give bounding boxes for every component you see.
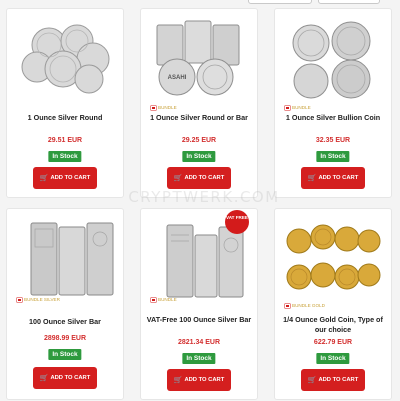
product-image[interactable]	[15, 15, 117, 101]
per-page-select[interactable]	[318, 0, 380, 4]
stock-badge: In Stock	[316, 151, 350, 162]
origin-flag: BUNDLE	[151, 105, 177, 110]
stock-badge: In Stock	[182, 353, 216, 364]
origin-flag: BUNDLE GOLD	[285, 303, 325, 308]
cart-icon: 🛒	[39, 174, 49, 182]
origin-flag: BUNDLE	[285, 105, 311, 110]
cart-icon: 🛒	[173, 376, 183, 384]
product-card[interactable]: BUNDLE SILVER 100 Ounce Silver Bar 2898.…	[6, 208, 124, 400]
flag-icon	[285, 303, 290, 308]
product-image[interactable]: ASAHI	[149, 15, 251, 101]
add-to-cart-button[interactable]: 🛒 ADD TO CART	[167, 167, 231, 189]
sort-select[interactable]	[248, 0, 312, 4]
product-image[interactable]	[283, 215, 385, 301]
product-title[interactable]: 1 Ounce Silver Round or Bar	[143, 113, 255, 123]
vat-free-badge: VAT FREE	[225, 210, 249, 234]
product-grid: 1 Ounce Silver Round 29.51 EUR In Stock …	[0, 8, 400, 401]
add-to-cart-button[interactable]: 🛒 ADD TO CART	[33, 367, 97, 389]
product-title[interactable]: 1 Ounce Silver Round	[9, 113, 121, 123]
product-price: 32.35 EUR	[315, 137, 351, 144]
product-title[interactable]: VAT-Free 100 Ounce Silver Bar	[143, 315, 255, 325]
sort-bar	[0, 0, 400, 6]
flag-label: BUNDLE	[158, 297, 177, 302]
product-price: 29.25 EUR	[181, 137, 217, 144]
add-to-cart-button[interactable]: 🛒 ADD TO CART	[301, 369, 365, 391]
svg-text:ASAHI: ASAHI	[168, 75, 187, 81]
product-title[interactable]: 100 Ounce Silver Bar	[9, 317, 121, 327]
origin-flag: BUNDLE	[151, 297, 177, 302]
add-to-cart-label: ADD TO CART	[184, 377, 225, 383]
vat-free-label: VAT FREE	[225, 215, 249, 220]
product-card[interactable]: VAT FREE BUNDLE VAT-Free 100 Ounce Silve…	[140, 208, 258, 400]
flag-icon	[151, 297, 156, 302]
cart-icon: 🛒	[39, 374, 49, 382]
flag-icon	[285, 105, 290, 110]
add-to-cart-button[interactable]: 🛒 ADD TO CART	[167, 369, 231, 391]
add-to-cart-label: ADD TO CART	[318, 175, 359, 181]
product-image[interactable]	[15, 215, 117, 301]
product-card[interactable]: BUNDLE 1 Ounce Silver Bullion Coin 32.35…	[274, 8, 392, 198]
cart-icon: 🛒	[307, 174, 317, 182]
add-to-cart-label: ADD TO CART	[50, 175, 91, 181]
product-price: 29.51 EUR	[47, 137, 83, 144]
product-image[interactable]	[283, 15, 385, 101]
add-to-cart-label: ADD TO CART	[318, 377, 359, 383]
add-to-cart-label: ADD TO CART	[50, 375, 91, 381]
stock-badge: In Stock	[182, 151, 216, 162]
product-title[interactable]: 1 Ounce Silver Bullion Coin	[277, 113, 389, 123]
cart-icon: 🛒	[173, 174, 183, 182]
flag-label: BUNDLE	[292, 105, 311, 110]
flag-label: BUNDLE GOLD	[292, 303, 325, 308]
product-price: 622.79 EUR	[313, 339, 353, 346]
origin-flag: BUNDLE SILVER	[17, 297, 60, 302]
stock-badge: In Stock	[316, 353, 350, 364]
flag-icon	[17, 297, 22, 302]
stock-badge: In Stock	[48, 151, 82, 162]
product-card[interactable]: 1 Ounce Silver Round 29.51 EUR In Stock …	[6, 8, 124, 198]
product-card[interactable]: BUNDLE GOLD 1/4 Ounce Gold Coin, Type of…	[274, 208, 392, 400]
product-price: 2821.34 EUR	[177, 339, 221, 346]
cart-icon: 🛒	[307, 376, 317, 384]
product-title[interactable]: 1/4 Ounce Gold Coin, Type of our choice	[277, 315, 389, 335]
add-to-cart-button[interactable]: 🛒 ADD TO CART	[301, 167, 365, 189]
stock-badge: In Stock	[48, 349, 82, 360]
add-to-cart-button[interactable]: 🛒 ADD TO CART	[33, 167, 97, 189]
product-price: 2898.99 EUR	[43, 335, 87, 342]
product-card[interactable]: ASAHI BUNDLE 1 Ounce Silver Round or Bar…	[140, 8, 258, 198]
flag-icon	[151, 105, 156, 110]
flag-label: BUNDLE	[158, 105, 177, 110]
add-to-cart-label: ADD TO CART	[184, 175, 225, 181]
flag-label: BUNDLE SILVER	[24, 297, 60, 302]
